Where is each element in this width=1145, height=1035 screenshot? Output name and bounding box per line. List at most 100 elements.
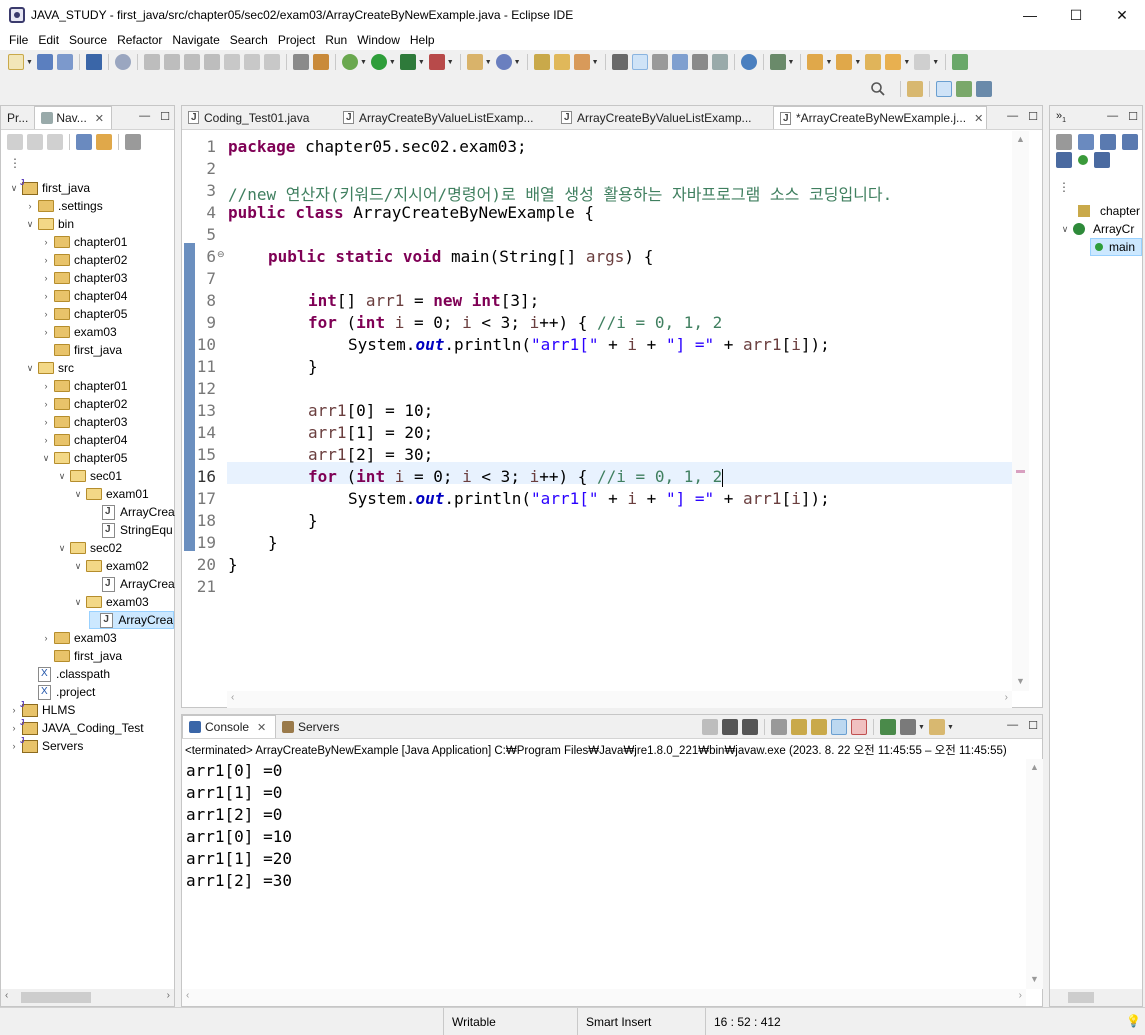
tree-item[interactable]: › JAVA_Coding_Test xyxy=(9,718,144,737)
menu-project[interactable]: Project xyxy=(273,33,320,47)
pin-console-icon[interactable] xyxy=(880,719,896,735)
menu-refactor[interactable]: Refactor xyxy=(112,33,167,47)
scroll-lock-icon[interactable] xyxy=(791,719,807,735)
last-edit-icon[interactable] xyxy=(865,54,882,70)
open-task-icon[interactable] xyxy=(553,54,570,70)
outline-item-main[interactable]: main xyxy=(1090,238,1142,256)
outline-item-package[interactable]: chapter xyxy=(1078,202,1140,220)
tab-array-create-by-new[interactable]: *ArrayCreateByNewExample.j... ✕ xyxy=(773,106,987,129)
tree-horizontal-scrollbar[interactable]: ‹ › xyxy=(1,989,174,1006)
close-button[interactable]: ✕ xyxy=(1099,0,1145,30)
chevron-right-icon[interactable]: › xyxy=(41,399,51,409)
java-perspective-icon[interactable] xyxy=(976,81,992,97)
outline-horizontal-scrollbar[interactable] xyxy=(1050,989,1142,1006)
up-icon[interactable] xyxy=(47,134,63,150)
tree-item[interactable]: › chapter02 xyxy=(41,395,128,413)
minimize-view-icon[interactable]: — xyxy=(139,110,150,123)
next-annotation-icon[interactable] xyxy=(807,54,824,70)
chevron-right-icon[interactable]: › xyxy=(9,705,19,715)
console-output[interactable]: arr1[0] =0 arr1[1] =0 arr1[2] =0 arr1[0] =1… xyxy=(182,759,1026,989)
tree-item[interactable]: › exam03 xyxy=(41,629,117,647)
coverage-icon[interactable] xyxy=(399,54,416,70)
disconnect-icon[interactable] xyxy=(203,54,220,70)
tab-navigator[interactable]: Nav... ✕ xyxy=(34,106,113,129)
menu-file[interactable]: File xyxy=(4,33,33,47)
pilcrow-icon[interactable] xyxy=(711,54,728,70)
show-on-output-icon[interactable] xyxy=(831,719,847,735)
highlight-icon[interactable] xyxy=(631,54,648,70)
tab-value-list-example-1[interactable]: ArrayCreateByValueListExamp... xyxy=(337,106,555,129)
editor-horizontal-scrollbar[interactable]: ‹ › xyxy=(227,691,1012,708)
collapse-all-icon[interactable] xyxy=(76,134,92,150)
chevron-down-icon[interactable]: ∨ xyxy=(73,489,83,500)
tab-console[interactable]: Console ✕ xyxy=(182,715,276,738)
chevron-right-icon[interactable]: › xyxy=(9,741,19,751)
globe-icon[interactable] xyxy=(740,54,757,70)
tree-item[interactable]: › Servers xyxy=(9,736,84,755)
back-arrow-icon[interactable] xyxy=(885,54,902,70)
menu-edit[interactable]: Edit xyxy=(33,33,64,47)
sort-icon[interactable] xyxy=(1100,134,1116,150)
open-perspective-icon[interactable] xyxy=(907,81,923,97)
tree-item[interactable]: › chapter01 xyxy=(41,377,128,395)
chevron-down-icon[interactable]: ∨ xyxy=(73,597,83,608)
tree-item[interactable]: › chapter05 xyxy=(41,305,128,323)
new-icon[interactable] xyxy=(8,54,24,70)
tree-item[interactable]: › chapter02 xyxy=(41,251,128,269)
tree-item[interactable]: › HLMS xyxy=(9,700,76,719)
step-return-icon[interactable] xyxy=(263,54,280,70)
chevron-right-icon[interactable]: › xyxy=(41,327,51,337)
back-icon[interactable] xyxy=(7,134,23,150)
menu-run[interactable]: Run xyxy=(320,33,352,47)
chevron-down-icon[interactable]: ∨ xyxy=(57,471,67,482)
tree-item[interactable]: .classpath xyxy=(25,665,110,683)
clear-console-icon[interactable] xyxy=(771,719,787,735)
tree-item[interactable]: .project xyxy=(25,683,95,701)
tree-item[interactable]: StringEqu xyxy=(89,521,173,539)
tree-item[interactable]: ∨ sec01 xyxy=(57,467,122,485)
tree-item[interactable]: › chapter03 xyxy=(41,269,128,287)
search-tool-icon[interactable] xyxy=(573,54,590,70)
menu-help[interactable]: Help xyxy=(405,33,440,47)
tree-item[interactable]: › .settings xyxy=(25,197,103,215)
outline-item-class[interactable]: ∨ ArrayCr xyxy=(1060,220,1135,238)
menu-window[interactable]: Window xyxy=(352,33,405,47)
tab-package-explorer[interactable]: Pr... xyxy=(1,106,34,129)
chevron-down-icon[interactable]: ∨ xyxy=(41,453,51,464)
maximize-editor-icon[interactable]: ☐ xyxy=(1028,110,1038,123)
fold-collapse-icon[interactable]: ⊖ xyxy=(217,249,225,260)
debug-icon[interactable] xyxy=(341,54,358,70)
show-whitespace-icon[interactable] xyxy=(671,54,688,70)
maximize-view-icon[interactable]: ☐ xyxy=(160,110,170,123)
resume-icon[interactable] xyxy=(143,54,160,70)
external-tools-icon[interactable] xyxy=(428,54,445,70)
tree-item[interactable]: › chapter04 xyxy=(41,287,128,305)
remove-launch-icon[interactable] xyxy=(722,719,738,735)
show-on-error-icon[interactable] xyxy=(851,719,867,735)
minimize-button[interactable]: — xyxy=(1007,0,1053,30)
tree-item[interactable]: › chapter01 xyxy=(41,233,128,251)
menu-source[interactable]: Source xyxy=(64,33,112,47)
chevron-right-icon[interactable]: › xyxy=(9,723,19,733)
chevron-right-icon[interactable]: › xyxy=(41,435,51,445)
tree-item[interactable]: ∨ src xyxy=(25,359,74,377)
view-menu-dots-icon[interactable]: ⋮ xyxy=(9,156,21,170)
close-icon[interactable]: ✕ xyxy=(95,112,104,125)
step-into-icon[interactable] xyxy=(223,54,240,70)
tree-item[interactable]: ArrayCrea xyxy=(89,503,175,521)
maximize-console-icon[interactable]: ☐ xyxy=(1028,719,1038,732)
terminate-icon[interactable] xyxy=(183,54,200,70)
collapse-outline-icon[interactable] xyxy=(1078,134,1094,150)
code-editor[interactable]: 1 2 3 4 5 6 7 8 9 10 11 12 13 14 15 16 17 18 19 20 21 ⊖ pack… xyxy=(182,131,1042,691)
forward-arrow-icon[interactable] xyxy=(914,54,931,70)
tree-item[interactable]: ∨ exam02 xyxy=(73,557,149,575)
toggle-breadcrumb-icon[interactable] xyxy=(651,54,668,70)
java-ee-perspective-icon[interactable] xyxy=(936,81,952,97)
tab-servers[interactable]: Servers xyxy=(276,715,346,738)
toggle-word-wrap-icon[interactable] xyxy=(312,54,329,70)
tab-value-list-example-2[interactable]: ArrayCreateByValueListExamp... xyxy=(555,106,773,129)
forward-icon[interactable] xyxy=(27,134,43,150)
outline-menu-dots-icon[interactable]: ⋮ xyxy=(1058,180,1070,194)
new-class-icon[interactable] xyxy=(495,54,512,70)
skip-breakpoints-icon[interactable] xyxy=(114,54,131,70)
